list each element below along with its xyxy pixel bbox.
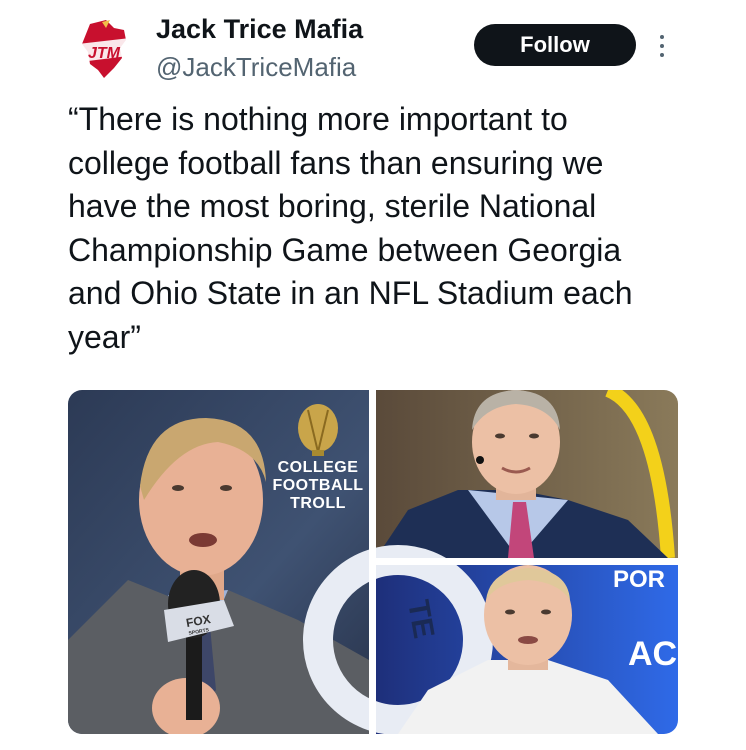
background-text-right: AC bbox=[628, 635, 677, 673]
tweet-text: “There is nothing more important to coll… bbox=[68, 101, 633, 355]
follow-button[interactable]: Follow bbox=[474, 24, 636, 66]
background-text-top: POR bbox=[613, 566, 665, 593]
avatar[interactable]: JTM bbox=[76, 18, 132, 82]
more-dot bbox=[660, 44, 664, 48]
account-name[interactable]: Jack Trice Mafia bbox=[156, 14, 363, 45]
more-dot bbox=[660, 35, 664, 39]
tweet-media[interactable]: FOX SPORTS COLLEGE FOOTBALL TROLL TE POR… bbox=[68, 390, 678, 734]
avatar-logo-text: JTM bbox=[88, 45, 121, 62]
background-text-left: TE bbox=[401, 597, 440, 640]
media-image-top-right[interactable] bbox=[376, 390, 678, 559]
watermark-line-3: TROLL bbox=[290, 495, 346, 512]
more-dot bbox=[660, 53, 664, 57]
more-options-icon[interactable] bbox=[652, 26, 672, 66]
watermark-line-2: FOOTBALL bbox=[272, 477, 363, 494]
account-handle[interactable]: @JackTriceMafia bbox=[156, 52, 356, 83]
watermark-line-1: COLLEGE bbox=[278, 459, 359, 476]
jtm-logo-icon: JTM bbox=[78, 20, 130, 78]
